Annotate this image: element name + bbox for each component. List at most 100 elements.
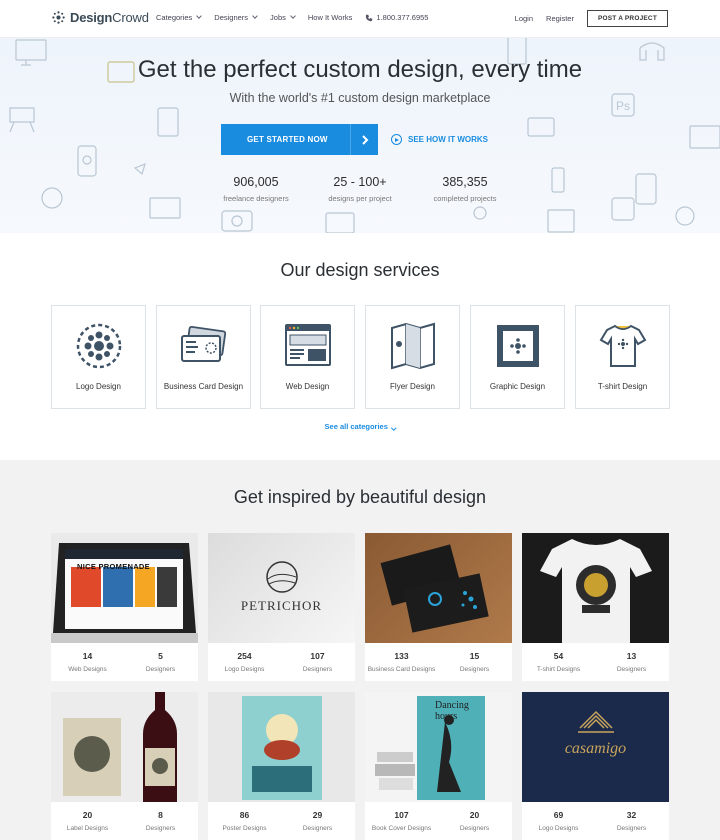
register-link[interactable]: Register <box>546 14 574 23</box>
menu-designers[interactable]: Designers <box>214 13 258 22</box>
hero-section: Ps Get the perfect custom design, every … <box>0 38 720 233</box>
thumbnail-caption: Dancing hours <box>435 700 469 722</box>
business-card-thumbnail <box>365 533 512 643</box>
gallery-stats: 86 Poster Designs 29 Designers <box>208 802 355 840</box>
hero-title: Get the perfect custom design, every tim… <box>137 56 583 83</box>
post-project-button[interactable]: POST A PROJECT <box>586 10 668 27</box>
brand-name-bold: Design <box>70 10 113 25</box>
designer-count-label: Designers <box>459 666 490 673</box>
services-title: Our design services <box>280 260 440 280</box>
service-card-graphic-design[interactable]: Graphic Design <box>470 305 565 409</box>
logo-mark-icon <box>52 11 65 24</box>
service-card-logo-design[interactable]: Logo Design <box>51 305 146 409</box>
gallery-card-logo-designs-2[interactable]: casamigo 69 Logo Designs 32 Designers <box>522 692 669 840</box>
top-navigation: DesignCrowd Categories Designers Jobs Ho… <box>0 0 720 38</box>
login-link[interactable]: Login <box>515 14 533 23</box>
brand-name-regular: Crowd <box>112 10 149 25</box>
design-count-label: T-shirt Designs <box>536 666 581 673</box>
gallery-stats: 254 Logo Designs 107 Designers <box>208 643 355 681</box>
business-card-icon <box>181 325 227 362</box>
design-count-label: Label Designs <box>66 825 109 832</box>
logo-design-thumbnail: PETRICHOR <box>208 533 355 643</box>
get-started-button[interactable]: GET STARTED NOW <box>221 124 378 155</box>
chevron-down-icon <box>252 13 258 19</box>
menu-categories[interactable]: Categories <box>156 13 203 22</box>
gallery-stats: 133 Business Card Designs 15 Designers <box>365 643 512 681</box>
chevron-right-icon <box>350 124 378 155</box>
label-design-thumbnail <box>51 692 198 802</box>
tshirt-thumbnail <box>522 533 669 643</box>
menu-jobs-label: Jobs <box>270 13 286 22</box>
stat-value: 385,355 <box>442 175 488 189</box>
service-label: Web Design <box>285 382 330 391</box>
service-label: Business Card Design <box>163 382 244 391</box>
web-design-icon <box>285 324 331 366</box>
thumbnail-caption: casamigo <box>564 740 627 757</box>
service-label: Flyer Design <box>390 382 435 391</box>
logo-design-icon <box>76 323 122 369</box>
inspiration-section: Get inspired by beautiful design NICE PR… <box>0 460 720 840</box>
design-count-label: Poster Designs <box>222 825 267 832</box>
designer-count: 107 <box>310 651 325 661</box>
service-card-web-design[interactable]: Web Design <box>260 305 355 409</box>
stat-designers: 906,005 freelance designers <box>196 175 316 203</box>
gallery-card-logo-designs[interactable]: PETRICHOR 254 Logo Designs 107 Designers <box>208 533 355 681</box>
service-card-tshirt-design[interactable]: T-shirt Design <box>575 305 670 409</box>
designer-count-label: Designers <box>459 825 490 832</box>
flyer-icon <box>391 322 435 370</box>
thumbnail-caption: NICE PROMENADE <box>77 562 150 571</box>
phone-number: 1.800.377.6955 <box>376 13 429 22</box>
service-label: T-shirt Design <box>597 382 648 391</box>
chevron-down-icon <box>196 13 203 19</box>
menu-how-it-works[interactable]: How It Works <box>308 13 352 22</box>
inspiration-title: Get inspired by beautiful design <box>233 487 487 507</box>
service-card-flyer-design[interactable]: Flyer Design <box>365 305 460 409</box>
menu-how-it-works-label: How It Works <box>307 13 353 22</box>
design-count: 20 <box>82 810 93 820</box>
designer-count-label: Designers <box>302 666 333 673</box>
gallery-stats: 54 T-shirt Designs 13 Designers <box>522 643 669 681</box>
see-all-categories-link[interactable]: See all categories <box>0 422 720 431</box>
menu-designers-label: Designers <box>214 13 249 22</box>
design-count: 254 <box>237 651 252 661</box>
chevron-down-icon <box>290 13 296 19</box>
gallery-stats: 20 Label Designs 8 Designers <box>51 802 198 840</box>
see-how-it-works-link[interactable]: SEE HOW IT WORKS <box>391 134 488 145</box>
get-started-label: GET STARTED NOW <box>247 135 328 144</box>
gallery-card-poster-designs[interactable]: 86 Poster Designs 29 Designers <box>208 692 355 840</box>
designer-count: 5 <box>158 651 163 661</box>
play-icon <box>391 134 402 145</box>
designer-count: 8 <box>158 810 163 820</box>
thumbnail-caption: PETRICHOR <box>240 598 323 613</box>
designer-count-label: Designers <box>302 825 333 832</box>
designer-count-label: Designers <box>616 666 647 673</box>
main-menu: Categories Designers Jobs How It Works 1… <box>156 13 441 22</box>
design-count: 107 <box>394 810 409 820</box>
chevron-down-icon <box>391 424 397 430</box>
gallery-card-web-designs[interactable]: NICE PROMENADE 14 Web Designs 5 Designers <box>51 533 198 681</box>
designcrowd-logo[interactable]: DesignCrowd <box>52 10 149 25</box>
stat-value: 25 - 100+ <box>333 175 387 189</box>
menu-jobs[interactable]: Jobs <box>270 13 296 22</box>
design-count: 69 <box>553 810 564 820</box>
gallery-card-label-designs[interactable]: 20 Label Designs 8 Designers <box>51 692 198 840</box>
designer-count: 29 <box>312 810 323 820</box>
graphic-design-icon <box>497 325 539 367</box>
service-label: Graphic Design <box>489 382 546 391</box>
poster-design-thumbnail <box>208 692 355 802</box>
tshirt-icon <box>599 324 647 367</box>
gallery-card-business-card-designs[interactable]: 133 Business Card Designs 15 Designers <box>365 533 512 681</box>
design-count-label: Logo Designs <box>538 825 579 832</box>
phone-link[interactable]: 1.800.377.6955 <box>365 13 428 22</box>
designer-count: 13 <box>626 651 637 661</box>
see-all-label: See all categories <box>324 422 388 431</box>
designer-count-label: Designers <box>616 825 647 832</box>
web-design-thumbnail: NICE PROMENADE <box>51 533 198 643</box>
book-cover-thumbnail: Dancing hours <box>365 692 512 802</box>
service-card-business-card[interactable]: Business Card Design <box>156 305 251 409</box>
design-count: 86 <box>239 810 250 820</box>
design-count-label: Business Card Designs <box>367 666 436 673</box>
designer-count-label: Designers <box>145 825 176 832</box>
gallery-card-tshirt-designs[interactable]: 54 T-shirt Designs 13 Designers <box>522 533 669 681</box>
gallery-card-book-cover-designs[interactable]: Dancing hours 107 Book Cover Designs 20 De… <box>365 692 512 840</box>
